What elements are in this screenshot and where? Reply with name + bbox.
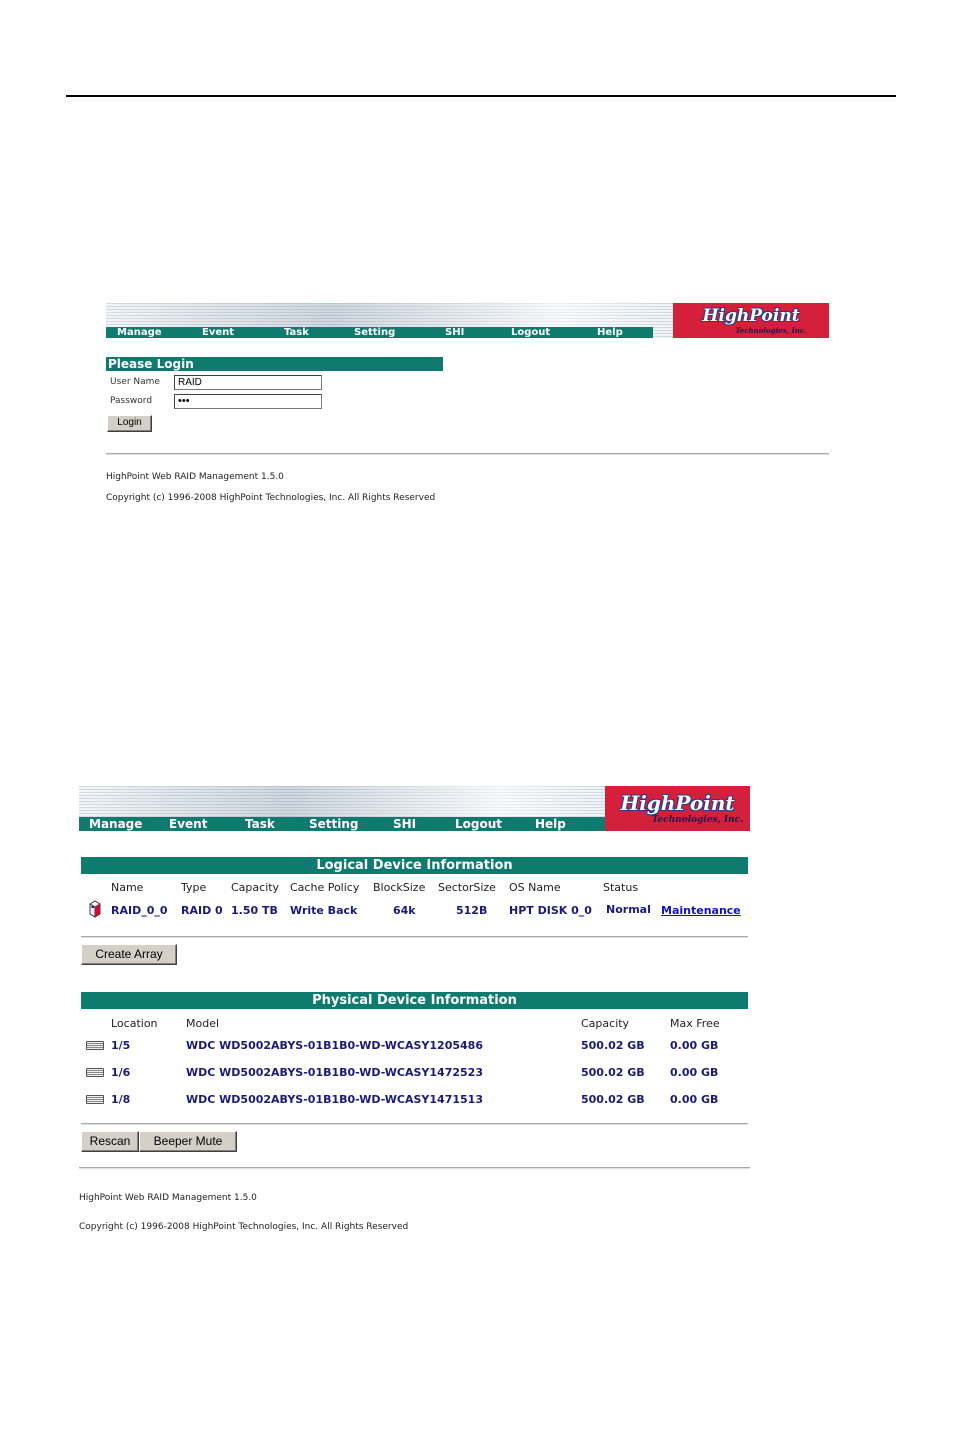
logo-tagline: Technologies, Inc. [651,814,744,825]
rescan-button[interactable]: Rescan [81,1131,139,1152]
raid-type: RAID 0 [181,904,223,917]
col-phys-capacity: Capacity [581,1017,630,1030]
col-capacity: Capacity [231,881,280,894]
disk-model: WDC WD5002ABYS-01B1B0-WD-WCASY1205486 [186,1039,483,1052]
raid-array-icon[interactable] [89,899,101,918]
login-divider [106,453,829,455]
highpoint-logo: HighPoint Technologies, Inc. [605,786,750,831]
login-title: Please Login [106,357,443,371]
beeper-mute-button[interactable]: Beeper Mute [139,1131,237,1152]
login-footer-version: HighPoint Web RAID Management 1.5.0 [106,472,284,482]
physical-divider [81,1123,748,1125]
create-array-button[interactable]: Create Array [81,944,177,965]
col-os-name: OS Name [509,881,561,894]
login-footer-copyright: Copyright (c) 1996-2008 HighPoint Techno… [106,493,436,503]
disk-max-free: 0.00 GB [670,1066,719,1079]
raid-status: Normal [606,903,651,916]
raid-os-name: HPT DISK 0_0 [509,904,592,917]
logo-tagline: Technologies, Inc. [735,325,807,335]
nav-shi[interactable]: SHI [393,817,416,831]
col-cache-policy: Cache Policy [290,881,360,894]
col-sector-size: SectorSize [438,881,496,894]
nav-logout[interactable]: Logout [455,817,502,831]
raid-cache-policy: Write Back [290,904,358,917]
page-divider [79,1167,750,1169]
nav-help[interactable]: Help [597,327,623,338]
password-label: Password [110,396,153,406]
username-label: User Name [110,377,160,387]
nav-event[interactable]: Event [202,327,234,338]
col-block-size: BlockSize [373,881,426,894]
footer-version: HighPoint Web RAID Management 1.5.0 [79,1193,257,1203]
logo-brand: HighPoint [620,790,735,815]
logo-brand: HighPoint [702,305,800,326]
header-banner-manage: Manage Event Task Setting SHI Logout Hel… [79,786,750,831]
col-max-free: Max Free [670,1017,720,1030]
nav-event[interactable]: Event [169,817,207,831]
disk-max-free: 0.00 GB [670,1093,719,1106]
nav-manage[interactable]: Manage [89,817,142,831]
login-button[interactable]: Login [107,415,152,432]
logical-device-title: Logical Device Information [81,857,748,874]
maintenance-link[interactable]: Maintenance [661,904,741,917]
nav-task[interactable]: Task [284,327,309,338]
col-type: Type [181,881,207,894]
col-location: Location [111,1017,158,1030]
nav-bar: Manage Event Task Setting SHI Logout Hel… [106,327,653,338]
nav-bar: Manage Event Task Setting SHI Logout Hel… [79,817,605,831]
nav-logout[interactable]: Logout [511,327,550,338]
col-name: Name [111,881,144,894]
raid-capacity: 1.50 TB [231,904,278,917]
footer-copyright: Copyright (c) 1996-2008 HighPoint Techno… [79,1222,409,1232]
hard-disk-icon[interactable] [86,1041,104,1050]
disk-model: WDC WD5002ABYS-01B1B0-WD-WCASY1472523 [186,1066,483,1079]
raid-block-size: 64k [393,904,416,917]
raid-sector-size: 512B [456,904,488,917]
disk-capacity: 500.02 GB [581,1066,645,1079]
disk-location: 1/8 [111,1093,131,1106]
highpoint-logo: HighPoint Technologies, Inc. [673,303,829,338]
logical-divider [81,936,748,938]
nav-setting[interactable]: Setting [309,817,359,831]
physical-device-title: Physical Device Information [81,992,748,1009]
disk-max-free: 0.00 GB [670,1039,719,1052]
col-status: Status [603,881,639,894]
nav-manage[interactable]: Manage [117,327,162,338]
disk-model: WDC WD5002ABYS-01B1B0-WD-WCASY1471513 [186,1093,483,1106]
nav-shi[interactable]: SHI [445,327,464,338]
password-field[interactable]: ••• [174,394,322,409]
disk-capacity: 500.02 GB [581,1039,645,1052]
disk-location: 1/6 [111,1066,131,1079]
nav-setting[interactable]: Setting [354,327,395,338]
disk-capacity: 500.02 GB [581,1093,645,1106]
nav-help[interactable]: Help [535,817,566,831]
hard-disk-icon[interactable] [86,1095,104,1104]
raid-name: RAID_0_0 [111,904,168,917]
header-banner-login: Manage Event Task Setting SHI Logout Hel… [106,303,829,338]
hard-disk-icon[interactable] [86,1068,104,1077]
col-model: Model [186,1017,220,1030]
disk-location: 1/5 [111,1039,131,1052]
username-field[interactable]: RAID [174,375,322,390]
nav-task[interactable]: Task [245,817,275,831]
page-top-rule [66,95,896,97]
